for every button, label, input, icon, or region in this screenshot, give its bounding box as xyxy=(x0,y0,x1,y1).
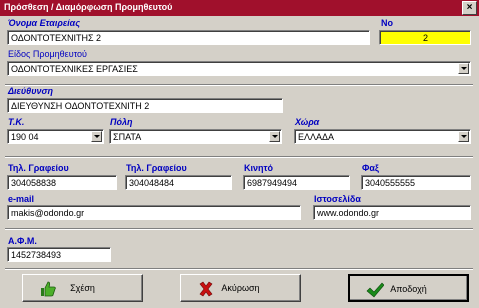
country-select[interactable]: ΕΛΛΑΔΑ xyxy=(294,129,471,144)
accept-button[interactable]: Αποδοχή xyxy=(348,274,469,302)
country-label: Χώρα xyxy=(295,117,320,127)
separator xyxy=(5,84,473,86)
relation-button-label: Σχέση xyxy=(70,283,95,293)
chevron-down-icon[interactable] xyxy=(458,63,469,74)
address-input[interactable]: ΔΙΕΥΘΥΝΣΗ ΟΔΟΝΤΟΤΕΧΝΙΤΗ 2 xyxy=(7,98,283,113)
chevron-down-icon[interactable] xyxy=(91,131,102,142)
window-title: Πρόσθεση / Διαμόρφωση Προμηθευτού xyxy=(4,2,173,12)
separator xyxy=(5,268,473,270)
fax-label: Φαξ xyxy=(362,163,379,173)
office-phone-2-input[interactable]: 304048484 xyxy=(125,175,232,190)
cancel-button[interactable]: Ακύρωση xyxy=(180,274,301,302)
close-button[interactable]: × xyxy=(462,1,477,15)
separator xyxy=(5,228,473,230)
city-select[interactable]: ΣΠΑΤΑ xyxy=(109,129,282,144)
email-input[interactable]: makis@odondo.gr xyxy=(7,205,301,220)
office-phone-1-input[interactable]: 304058838 xyxy=(7,175,117,190)
supplier-type-label: Είδος Προμηθευτού xyxy=(8,49,87,59)
postal-code-label: Τ.Κ. xyxy=(8,117,25,127)
chevron-down-icon[interactable] xyxy=(269,131,280,142)
country-value: ΕΛΛΑΔΑ xyxy=(298,132,335,142)
city-label: Πόλη xyxy=(110,117,133,127)
website-label: Ιστοσελίδα xyxy=(314,194,361,204)
email-label: e-mail xyxy=(8,194,35,204)
relation-button[interactable]: Σχέση xyxy=(22,274,143,302)
tax-id-label: Α.Φ.Μ. xyxy=(8,236,37,246)
fax-input[interactable]: 3040555555 xyxy=(361,175,471,190)
title-bar: Πρόσθεση / Διαμόρφωση Προμηθευτού × xyxy=(0,0,479,16)
accept-button-label: Αποδοχή xyxy=(390,284,427,294)
city-value: ΣΠΑΤΑ xyxy=(113,132,142,142)
address-label: Διεύθυνση xyxy=(8,86,53,96)
office-phone-2-label: Τηλ. Γραφείου xyxy=(126,163,187,173)
supplier-type-value: ΟΔΟΝΤΟΤΕΧΝΙΚΕΣ ΕΡΓΑΣΙΕΣ xyxy=(11,64,138,74)
website-input[interactable]: www.odondo.gr xyxy=(313,205,471,220)
company-name-input[interactable]: ΟΔΟΝΤΟΤΕΧΝΙΤΗΣ 2 xyxy=(7,30,370,45)
office-phone-1-label: Τηλ. Γραφείου xyxy=(8,163,69,173)
postal-code-select[interactable]: 190 04 xyxy=(7,129,104,144)
mobile-label: Κινητό xyxy=(244,163,274,173)
mobile-input[interactable]: 6987949494 xyxy=(243,175,350,190)
postal-code-value: 190 04 xyxy=(11,132,39,142)
number-label: Νο xyxy=(381,18,393,28)
cancel-button-label: Ακύρωση xyxy=(221,283,260,293)
separator xyxy=(5,156,473,158)
company-name-label: Όνομα Εταιρείας xyxy=(8,18,80,28)
supplier-type-select[interactable]: ΟΔΟΝΤΟΤΕΧΝΙΚΕΣ ΕΡΓΑΣΙΕΣ xyxy=(7,61,471,76)
number-field[interactable]: 2 xyxy=(379,30,471,45)
tax-id-input[interactable]: 1452738493 xyxy=(7,247,111,262)
chevron-down-icon[interactable] xyxy=(458,131,469,142)
